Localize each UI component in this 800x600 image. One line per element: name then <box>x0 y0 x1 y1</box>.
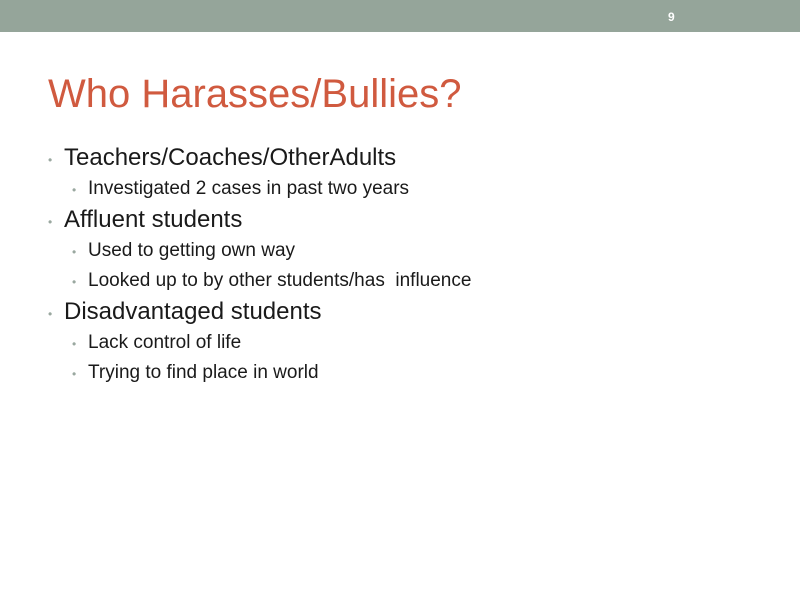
bullet-icon: • <box>48 153 53 167</box>
slide-title: Who Harasses/Bullies? <box>48 72 462 116</box>
sub-bullet-text: Trying to find place in world <box>88 362 319 383</box>
bullet-icon: • <box>72 275 77 289</box>
bullet-text: Disadvantaged students <box>64 298 322 325</box>
sub-bullet-text: Used to getting own way <box>88 240 296 261</box>
bullet-text: Teachers/Coaches/OtherAdults <box>64 144 397 171</box>
bullet-text: Affluent students <box>64 206 243 233</box>
slide-number: 9 <box>668 10 675 24</box>
header-bar: 9 <box>0 0 800 32</box>
sub-bullet-text: Investigated 2 cases in past two years <box>88 178 410 199</box>
bullet-list: • Teachers/Coaches/OtherAdults • Investi… <box>48 142 768 388</box>
sub-bullet-text: Lack control of life <box>88 332 242 353</box>
sub-bullet-item: • Trying to find place in world <box>48 358 768 388</box>
bullet-icon: • <box>72 245 77 259</box>
sub-bullet-item: • Looked up to by other students/has inf… <box>48 266 768 296</box>
bullet-icon: • <box>72 367 77 381</box>
bullet-item: • Teachers/Coaches/OtherAdults <box>48 142 768 174</box>
bullet-icon: • <box>72 337 77 351</box>
bullet-icon: • <box>72 183 77 197</box>
sub-bullet-item: • Used to getting own way <box>48 236 768 266</box>
bullet-item: • Disadvantaged students <box>48 296 768 328</box>
sub-bullet-text: Looked up to by other students/has influ… <box>88 270 472 291</box>
bullet-item: • Affluent students <box>48 204 768 236</box>
bullet-icon: • <box>48 307 53 321</box>
sub-bullet-item: • Investigated 2 cases in past two years <box>48 174 768 204</box>
slide: 9 Who Harasses/Bullies? • Teachers/Coach… <box>0 0 800 600</box>
bullet-icon: • <box>48 215 53 229</box>
sub-bullet-item: • Lack control of life <box>48 328 768 358</box>
